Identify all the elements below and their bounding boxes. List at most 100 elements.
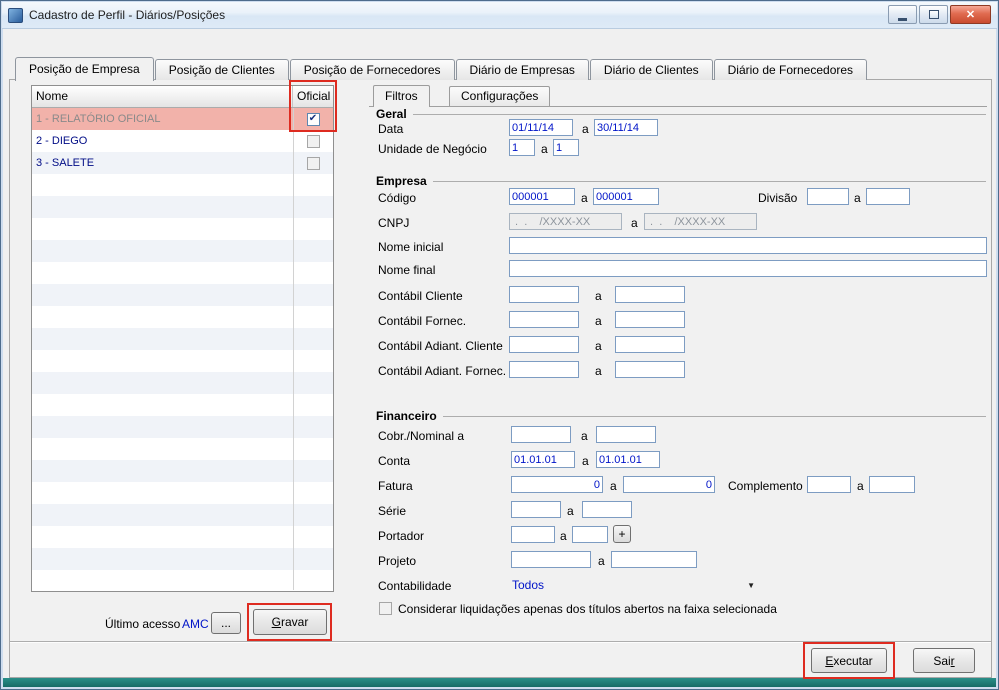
window-controls: ✕ <box>886 5 991 24</box>
serie-from-input[interactable] <box>511 501 561 518</box>
footer-divider <box>10 641 991 643</box>
tab-filtros[interactable]: Filtros <box>373 85 430 107</box>
sair-button-accel: r <box>950 653 955 668</box>
grid-row-diego[interactable]: 2 - DIEGO <box>32 130 333 152</box>
grid-column-divider <box>293 108 294 590</box>
profile-name: 2 - DIEGO <box>36 135 88 147</box>
unidade-from-input[interactable] <box>509 139 535 156</box>
nome-inicial-label: Nome inicial <box>378 240 444 254</box>
contabil-adiant-fornec-to-input[interactable] <box>615 361 685 378</box>
projeto-to-input[interactable] <box>611 551 697 568</box>
contabil-adiant-fornec-from-input[interactable] <box>509 361 579 378</box>
grid-row-relatorio-oficial[interactable]: 1 - RELATÓRIO OFICIAL ✔ <box>32 108 333 130</box>
complemento-from-input[interactable] <box>807 476 851 493</box>
fatura-label: Fatura <box>378 479 413 493</box>
browse-button-label: ... <box>220 616 231 630</box>
profile-name: 3 - SALETE <box>36 157 95 169</box>
cobr-nominal-from-input[interactable] <box>511 426 571 443</box>
browse-button[interactable]: ... <box>211 612 241 634</box>
gravar-button-label: Gravar <box>271 615 309 629</box>
titlebar: Cadastro de Perfil - Diários/Posições <box>2 2 997 29</box>
range-separator: a <box>595 364 602 378</box>
executar-button-label: Executar <box>825 653 873 668</box>
column-header-oficial[interactable]: Oficial <box>293 86 333 107</box>
contabilidade-select[interactable]: Todos ▼ <box>509 576 759 594</box>
group-financeiro: Financeiro <box>376 409 986 423</box>
cobr-nominal-to-input[interactable] <box>596 426 656 443</box>
projeto-from-input[interactable] <box>511 551 591 568</box>
conta-label: Conta <box>378 454 411 468</box>
divisao-from-input[interactable] <box>807 188 849 205</box>
portador-to-input[interactable] <box>572 526 608 543</box>
group-financeiro-title: Financeiro <box>376 409 437 423</box>
range-separator: a <box>595 339 602 353</box>
maximize-button[interactable] <box>919 5 948 24</box>
close-button[interactable]: ✕ <box>950 5 991 24</box>
data-to-input[interactable] <box>594 119 658 136</box>
portador-from-input[interactable] <box>511 526 555 543</box>
tab-diario-de-fornecedores[interactable]: Diário de Fornecedores <box>713 59 868 80</box>
range-separator: a <box>581 191 588 205</box>
divisao-to-input[interactable] <box>866 188 910 205</box>
tab-configuracoes[interactable]: Configurações <box>449 86 551 106</box>
codigo-from-input[interactable] <box>509 188 575 205</box>
unidade-to-input[interactable] <box>553 139 579 156</box>
contabil-fornec-from-input[interactable] <box>509 311 579 328</box>
range-separator: a <box>541 142 548 156</box>
complemento-to-input[interactable] <box>869 476 915 493</box>
liquidacoes-checkbox[interactable] <box>379 602 392 615</box>
ultimo-acesso-label: Último acesso <box>105 617 181 631</box>
serie-to-input[interactable] <box>582 501 632 518</box>
range-separator: a <box>567 504 574 518</box>
app-window: Cadastro de Perfil - Diários/Posições ✕ … <box>0 0 999 690</box>
range-separator: a <box>631 216 638 230</box>
contabil-cliente-from-input[interactable] <box>509 286 579 303</box>
tab-diario-de-empresas[interactable]: Diário de Empresas <box>455 59 589 80</box>
conta-from-input[interactable] <box>511 451 575 468</box>
main-tabstrip: Posição de Empresa Posição de Clientes P… <box>15 56 868 81</box>
contabilidade-label: Contabilidade <box>378 579 452 593</box>
oficial-checkbox-2[interactable] <box>306 134 320 148</box>
portador-label: Portador <box>378 529 425 543</box>
sair-button[interactable]: Sai r <box>913 648 975 673</box>
range-separator: a <box>581 429 588 443</box>
tab-posicao-de-empresa[interactable]: Posição de Empresa <box>15 57 154 81</box>
projeto-label: Projeto <box>378 554 417 568</box>
profile-name: 1 - RELATÓRIO OFICIAL <box>36 113 161 125</box>
minimize-button[interactable] <box>888 5 917 24</box>
range-separator: a <box>582 454 589 468</box>
gravar-button[interactable]: Gravar <box>253 609 327 635</box>
maximize-icon <box>928 10 939 19</box>
executar-button[interactable]: Executar <box>811 648 887 673</box>
oficial-checkbox-3[interactable] <box>306 156 320 170</box>
range-separator: a <box>857 479 864 493</box>
data-from-input[interactable] <box>509 119 573 136</box>
divisao-label: Divisão <box>758 191 798 205</box>
sair-button-label: Sai <box>933 653 951 668</box>
range-separator: a <box>854 191 861 205</box>
contabil-adiant-fornec-label: Contábil Adiant. Fornec. <box>378 364 507 378</box>
nome-final-input[interactable] <box>509 260 987 277</box>
tab-posicao-de-fornecedores[interactable]: Posição de Fornecedores <box>289 59 455 80</box>
close-icon: ✕ <box>965 9 976 21</box>
contabil-adiant-cliente-to-input[interactable] <box>615 336 685 353</box>
range-separator: a <box>582 122 589 136</box>
fatura-to-input[interactable] <box>623 476 715 493</box>
column-header-nome[interactable]: Nome <box>32 86 293 107</box>
tab-diario-de-clientes[interactable]: Diário de Clientes <box>589 59 713 80</box>
portador-add-button[interactable]: + <box>613 525 631 543</box>
nome-inicial-input[interactable] <box>509 237 987 254</box>
fatura-from-input[interactable] <box>511 476 603 493</box>
cnpj-to-input <box>644 213 757 230</box>
tab-posicao-de-clientes[interactable]: Posição de Clientes <box>154 59 289 80</box>
cobr-nominal-label: Cobr./Nominal a <box>378 429 465 443</box>
contabil-adiant-cliente-from-input[interactable] <box>509 336 579 353</box>
contabil-fornec-to-input[interactable] <box>615 311 685 328</box>
status-strip <box>3 678 996 687</box>
oficial-checkbox-1[interactable]: ✔ <box>306 112 320 126</box>
codigo-to-input[interactable] <box>593 188 659 205</box>
contabil-cliente-to-input[interactable] <box>615 286 685 303</box>
grid-row-salete[interactable]: 3 - SALETE <box>32 152 333 174</box>
conta-to-input[interactable] <box>596 451 660 468</box>
minimize-icon <box>898 17 907 21</box>
